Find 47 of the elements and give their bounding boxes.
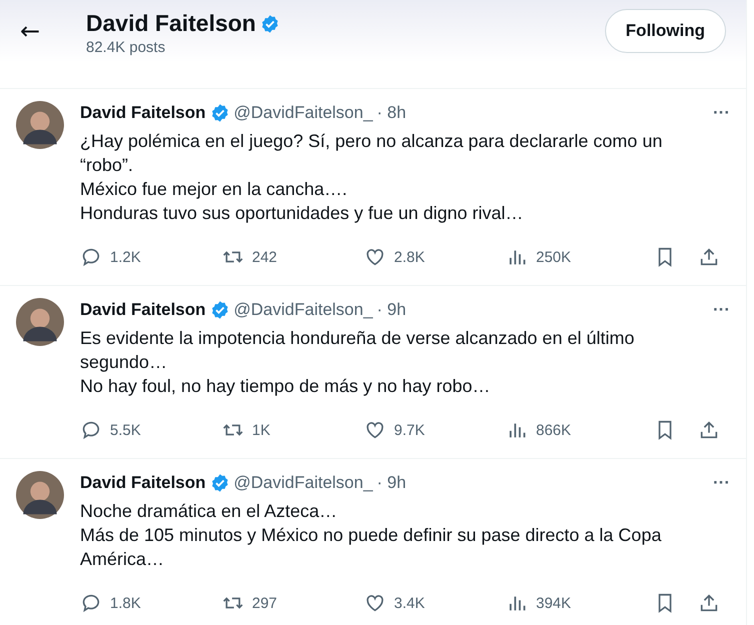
- author-handle[interactable]: @DavidFaitelson_: [234, 103, 373, 123]
- view-count: 250K: [536, 248, 572, 266]
- avatar[interactable]: [16, 471, 64, 519]
- heart-icon[interactable]: [364, 592, 386, 614]
- retweet-count: 242: [252, 248, 278, 266]
- heart-icon[interactable]: [364, 419, 386, 441]
- author-name[interactable]: David Faitelson: [80, 300, 206, 320]
- like-count: 3.4K: [394, 594, 425, 612]
- author-name[interactable]: David Faitelson: [80, 473, 206, 493]
- like-count: 9.7K: [394, 422, 425, 438]
- view-count: 866K: [536, 422, 572, 438]
- reply-icon[interactable]: [80, 419, 102, 441]
- reply-count: 1.2K: [110, 248, 141, 266]
- share-icon[interactable]: [698, 592, 720, 614]
- avatar[interactable]: [16, 101, 64, 149]
- timestamp[interactable]: · 9h: [376, 300, 406, 320]
- tweet-text: Honduras tuvo sus oportunidades y fue un digno rival…: [80, 202, 524, 225]
- reply-count: 5.5K: [110, 422, 141, 438]
- more-button[interactable]: ···: [713, 300, 730, 320]
- retweet-count: 1K: [252, 422, 270, 438]
- view-count: 394K: [536, 594, 572, 612]
- share-icon[interactable]: [698, 419, 720, 441]
- author-handle[interactable]: @DavidFaitelson_: [234, 300, 373, 320]
- author-name[interactable]: David Faitelson: [80, 103, 206, 123]
- timestamp[interactable]: · 9h: [376, 473, 406, 493]
- more-button[interactable]: ···: [713, 473, 730, 493]
- reply-count: 1.8K: [110, 594, 141, 612]
- retweet-count: 297: [252, 594, 278, 612]
- tweet-text: Noche dramática en el Azteca…: [80, 500, 338, 523]
- author-handle[interactable]: @DavidFaitelson_: [234, 473, 373, 493]
- more-button[interactable]: ···: [713, 103, 730, 123]
- back-button[interactable]: ←: [12, 13, 48, 49]
- timestamp[interactable]: · 8h: [376, 103, 406, 123]
- reply-icon[interactable]: [80, 592, 102, 614]
- reply-icon[interactable]: [80, 246, 102, 268]
- tweet-text: ¿Hay polémica en el juego? Sí, pero no alcanza para declararle como un “robo”.: [80, 130, 664, 177]
- like-count: 2.8K: [394, 248, 425, 266]
- heart-icon[interactable]: [364, 246, 386, 268]
- profile-name: David Faitelson: [86, 10, 256, 37]
- tweet-text: Más de 105 minutos y México no puede definir su pase directo a la Copa América…: [80, 524, 662, 571]
- post-count: 82.4K posts: [86, 39, 166, 56]
- share-icon[interactable]: [698, 246, 720, 268]
- tweet-text: México fue mejor en la cancha….: [80, 178, 348, 201]
- following-button[interactable]: Following: [604, 9, 726, 53]
- avatar[interactable]: [16, 298, 64, 346]
- tweet-text: Es evidente la impotencia hondureña de verse alcanzado en el último segundo…: [80, 327, 636, 374]
- tweet-text: No hay foul, no hay tiempo de más y no hay robo…: [80, 375, 492, 398]
